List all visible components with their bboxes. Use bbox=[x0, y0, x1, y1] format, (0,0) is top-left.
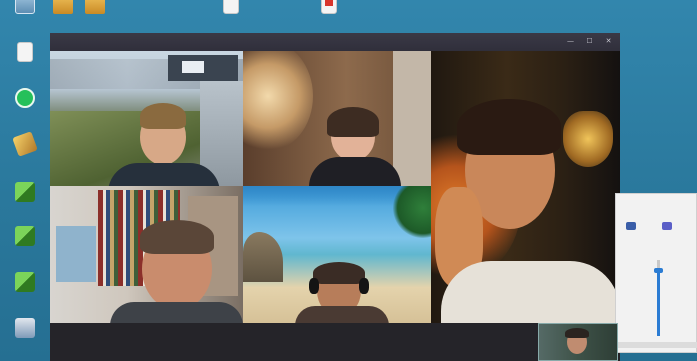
rock bbox=[243, 232, 283, 282]
participant-tile-man-hand-on-chin[interactable] bbox=[431, 51, 620, 323]
teams-icon bbox=[662, 222, 672, 230]
computer-icon bbox=[15, 0, 35, 14]
flyout-footer-bar bbox=[617, 342, 697, 348]
participant-hair bbox=[140, 103, 186, 129]
desktop-icon-whatsapp[interactable] bbox=[2, 88, 48, 109]
participant-tile-woman-lamp[interactable] bbox=[243, 51, 431, 186]
desktop-icon-minecraft-3[interactable] bbox=[2, 272, 48, 293]
desktop-icon-minecraft-2[interactable] bbox=[2, 226, 48, 247]
desktop-icon-tool[interactable] bbox=[2, 131, 48, 157]
wall-poster bbox=[56, 226, 96, 282]
participant-hair bbox=[140, 220, 214, 254]
document-icon bbox=[17, 42, 33, 62]
whatsapp-icon bbox=[15, 88, 35, 108]
volume-slider-fill bbox=[657, 271, 660, 336]
video-call-window: — ☐ ✕ bbox=[50, 33, 620, 361]
palm-leaves bbox=[393, 186, 431, 238]
participant-shirt bbox=[309, 157, 401, 186]
minimize-button[interactable]: — bbox=[566, 37, 575, 46]
close-button[interactable]: ✕ bbox=[604, 37, 613, 46]
participant-shirt bbox=[110, 302, 243, 323]
sign-lettering bbox=[182, 61, 204, 73]
grass-block-icon bbox=[15, 272, 35, 292]
desktop-icon-folder-2[interactable] bbox=[72, 0, 118, 15]
maximize-button[interactable]: ☐ bbox=[585, 37, 594, 46]
participant-tile-bookshelf[interactable] bbox=[50, 186, 243, 323]
desktop-icon-document-shortcut[interactable] bbox=[2, 42, 48, 63]
participant-hair bbox=[313, 262, 365, 284]
participant-hair bbox=[457, 99, 561, 155]
participant-tile-office-view[interactable] bbox=[50, 51, 243, 186]
participant-shirt bbox=[108, 163, 220, 186]
self-view-hair bbox=[565, 328, 589, 338]
document-icon bbox=[223, 0, 239, 14]
audio-device-teams[interactable] bbox=[652, 222, 682, 233]
folder-icon bbox=[53, 0, 73, 14]
tool-icon bbox=[12, 131, 38, 157]
pdf-icon bbox=[321, 0, 337, 14]
audio-device-speakers[interactable] bbox=[616, 222, 646, 233]
call-toolbar-strip bbox=[50, 323, 620, 361]
participant-shirt bbox=[295, 306, 389, 323]
volume-slider[interactable] bbox=[654, 260, 663, 336]
self-view-preview[interactable] bbox=[538, 323, 618, 361]
folder-icon bbox=[85, 0, 105, 14]
participant-shirt bbox=[441, 261, 620, 323]
desktop-icon-minecraft-1[interactable] bbox=[2, 182, 48, 203]
window-titlebar[interactable]: — ☐ ✕ bbox=[50, 33, 620, 51]
volume-slider-thumb[interactable] bbox=[654, 268, 663, 274]
wall-panel bbox=[393, 51, 431, 186]
grass-block-icon bbox=[15, 226, 35, 246]
volume-mixer-flyout bbox=[615, 193, 697, 353]
desktop-icon-pdf[interactable] bbox=[306, 0, 352, 15]
participant-hair bbox=[327, 107, 379, 137]
speaker-icon bbox=[626, 222, 636, 230]
headset-icon bbox=[309, 278, 319, 294]
application-icon bbox=[15, 318, 35, 338]
lamp-glow bbox=[243, 51, 313, 151]
lamp-shade bbox=[563, 111, 613, 167]
grass-block-icon bbox=[15, 182, 35, 202]
headset-earpiece bbox=[359, 278, 369, 294]
desktop-icon-document[interactable] bbox=[208, 0, 254, 15]
participant-tile-beach-headset[interactable] bbox=[243, 186, 431, 323]
desktop-icon-app[interactable] bbox=[2, 318, 48, 339]
